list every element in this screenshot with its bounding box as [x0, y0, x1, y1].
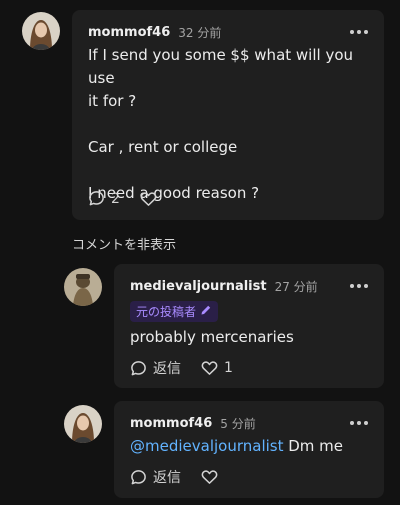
mention-link[interactable]: @medievaljournalist	[130, 437, 283, 455]
like-button[interactable]: 1	[201, 360, 233, 376]
comment-bubble-icon	[88, 190, 105, 207]
more-dots-icon[interactable]	[350, 278, 368, 294]
comment-line: Car , rent or college	[88, 138, 238, 156]
like-button[interactable]	[140, 191, 157, 207]
comment-line: If I send you some $$ what will you use	[88, 46, 354, 87]
more-dots-icon[interactable]	[350, 24, 368, 40]
avatar-mommof46[interactable]	[64, 405, 102, 443]
reply-button-label: 返信	[153, 470, 181, 486]
comment-bubble-icon	[130, 469, 147, 486]
like-count: 1	[224, 360, 233, 376]
reply-body: @medievaljournalist Dm me	[130, 435, 368, 458]
reply-time: 5 分前	[220, 417, 256, 431]
reply-username[interactable]: mommof46	[130, 416, 212, 431]
op-badge-label: 元の投稿者	[136, 305, 197, 319]
original-poster-badge: 元の投稿者	[130, 301, 219, 322]
reply-count: 2	[111, 190, 120, 207]
more-dots-icon[interactable]	[350, 415, 368, 431]
comment-line	[88, 113, 368, 136]
comment-card: mommof46 32 分前 If I send you some $$ wha…	[72, 10, 384, 220]
reply-username[interactable]: medievaljournalist	[130, 279, 267, 294]
avatar-medievaljournalist[interactable]	[64, 268, 102, 306]
reply-body-text: Dm me	[283, 437, 344, 455]
reply-count-button[interactable]: 2	[88, 190, 120, 207]
comment-line: it for ?	[88, 92, 137, 110]
reply-card: mommof46 5 分前 @medievaljournalist Dm me …	[114, 401, 384, 498]
reply-card: medievaljournalist 27 分前 元の投稿者 probably …	[114, 264, 384, 388]
comment-line	[88, 159, 368, 182]
heart-icon	[201, 469, 218, 485]
reply-button[interactable]: 返信	[130, 358, 181, 378]
heart-icon	[201, 360, 218, 376]
avatar-mommof46[interactable]	[22, 12, 60, 50]
reply-body: probably mercenaries	[130, 328, 294, 346]
comment-time: 32 分前	[178, 26, 222, 40]
reply-button[interactable]: 返信	[130, 467, 181, 487]
comment-body: If I send you some $$ what will you use …	[88, 44, 368, 205]
comment-bubble-icon	[130, 360, 147, 377]
heart-icon	[140, 191, 157, 207]
hide-replies-link[interactable]: コメントを非表示	[72, 234, 176, 253]
pencil-icon	[200, 304, 212, 319]
like-button[interactable]	[201, 469, 218, 485]
reply-time: 27 分前	[274, 280, 318, 294]
reply-button-label: 返信	[153, 361, 181, 377]
comment-username[interactable]: mommof46	[88, 25, 170, 40]
